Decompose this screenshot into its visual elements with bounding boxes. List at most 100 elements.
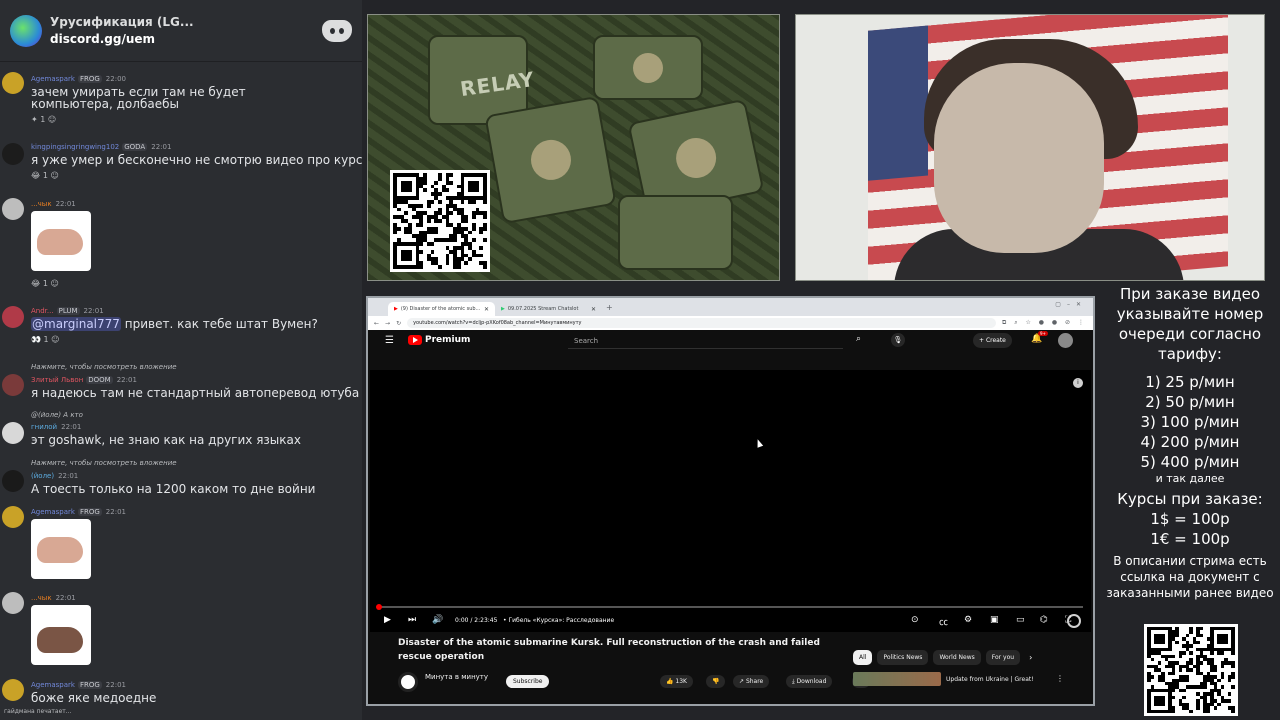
url-field[interactable]: youtube.com/watch?v=dcljp-pXKof08ab_chan… (407, 318, 997, 328)
channel-avatar[interactable] (398, 672, 418, 692)
youtube-logo[interactable]: Premium (408, 335, 470, 345)
play-favicon-icon: ▶ (501, 306, 505, 312)
webcam-feed (795, 14, 1265, 281)
reaction[interactable]: 👀 1 ☺ (31, 335, 60, 344)
microphone-icon[interactable]: 🎙 (891, 333, 905, 347)
author-name[interactable]: гнилой (31, 423, 57, 431)
next-icon[interactable]: ⏭ (408, 615, 416, 625)
cast-icon[interactable]: ⌬ (1040, 615, 1048, 625)
avatar[interactable] (2, 679, 24, 701)
reply-preview[interactable]: Нажмите, чтобы посмотреть вложение (31, 459, 177, 467)
avatar[interactable] (2, 422, 24, 444)
author-name[interactable]: ...чык (31, 594, 52, 602)
avatar[interactable] (2, 306, 24, 328)
sticker-image[interactable] (31, 605, 91, 665)
back-icon[interactable]: ← (374, 320, 379, 327)
server-header[interactable]: Урусификация (LG... discord.gg/uem (0, 0, 362, 62)
share-button[interactable]: ↗ Share (733, 675, 770, 688)
tab-youtube[interactable]: ▶ (9) Disaster of the atomic sub... ✕ (388, 302, 495, 316)
author-name[interactable]: Agemaspark (31, 681, 75, 689)
theater-mode-icon[interactable]: ▭ (1016, 615, 1025, 625)
avatar[interactable] (2, 470, 24, 492)
avatar[interactable] (2, 198, 24, 220)
video-player[interactable]: i (370, 370, 1091, 632)
download-button[interactable]: ⤓ Download (786, 675, 833, 688)
qr-code[interactable] (1144, 624, 1238, 716)
address-bar-row: ← → ↻ youtube.com/watch?v=dcljp-pXKof08a… (368, 316, 1093, 330)
avatar[interactable] (2, 374, 24, 396)
play-icon[interactable]: ▶ (384, 615, 391, 625)
progress-scrubber[interactable] (376, 604, 382, 610)
close-tab-icon[interactable]: ✕ (591, 306, 596, 313)
tariff-4: 4) 200 р/мин (1140, 433, 1240, 451)
share-label: Share (745, 678, 764, 685)
close-tab-icon[interactable]: ✕ (484, 306, 489, 313)
new-tab-icon[interactable]: + (606, 303, 613, 312)
reply-preview[interactable]: @(йоле) А кто (31, 411, 83, 419)
author-name[interactable]: Agemaspark (31, 508, 75, 516)
relay-promo-image: RELAY (367, 14, 780, 281)
search-icon[interactable]: ⌕ (856, 334, 861, 344)
dislike-button[interactable]: 👎 (706, 675, 726, 688)
message-text: я уже умер и бесконечно не смотрю видео … (31, 153, 362, 167)
window-controls[interactable]: ▢–✕ (1055, 301, 1087, 308)
volume-icon[interactable]: 🔊 (432, 615, 443, 625)
search-input[interactable]: Search (568, 334, 843, 349)
menu-icon[interactable]: ☰ (385, 335, 394, 346)
chevron-right-icon[interactable]: › (1029, 650, 1032, 665)
timestamp: 22:01 (105, 508, 126, 516)
order-info-panel: При заказе видео указывайте номер очеред… (1100, 284, 1280, 716)
message-author-line: kingpingsingringwing102 GODA 22:01 (31, 143, 171, 151)
reaction[interactable]: ✦ 1 ☺ (31, 115, 56, 124)
author-name[interactable]: Злитый Львон (31, 376, 83, 384)
logo-text: Premium (425, 335, 471, 345)
extensions-icons[interactable]: ⧉ ⌕ ☆ ● ● ⊘ ⋮ (1002, 319, 1087, 327)
subscribe-button[interactable]: Subscribe (506, 675, 550, 688)
chip-all[interactable]: All (853, 650, 873, 665)
tab-chatslot[interactable]: ▶ 09.07.2025 Stream Chatslot ✕ (495, 302, 602, 316)
avatar[interactable] (2, 506, 24, 528)
chapter-title[interactable]: • Гибель «Курска»: Расследование (503, 617, 614, 624)
chip-world-news[interactable]: World News (933, 650, 981, 665)
info-icon[interactable]: i (1073, 378, 1083, 388)
autoplay-toggle[interactable]: ⊙ (911, 615, 919, 625)
author-name[interactable]: Agemaspark (31, 75, 75, 83)
user-mention[interactable]: @marginal777 (31, 317, 121, 331)
avatar[interactable] (2, 143, 24, 165)
chip-for-you[interactable]: For you (985, 650, 1021, 665)
author-name[interactable]: ...чык (31, 200, 52, 208)
author-name[interactable]: Andr... (31, 307, 54, 315)
reaction-count: 1 (42, 171, 48, 180)
account-avatar[interactable] (1058, 333, 1073, 348)
message-text: эт goshawk, не знаю как на других языках (31, 433, 301, 447)
sticker-image[interactable] (31, 519, 91, 579)
settings-gear-icon[interactable]: ⚙ (964, 615, 972, 625)
channel-name[interactable]: Минута в минуту (425, 673, 488, 681)
reaction[interactable]: 😂 1 ☺ (31, 171, 59, 180)
relay-device (618, 195, 733, 270)
sticker-image[interactable] (31, 211, 91, 271)
rates-heading: Курсы при заказе: (1117, 490, 1263, 508)
subtitles-icon[interactable]: ㏄ (939, 615, 948, 628)
author-name[interactable]: (йоле) (31, 472, 54, 480)
more-vert-icon[interactable]: ⋮ (1056, 674, 1064, 683)
youtube-page: ☰ Premium Search ⌕ 🎙 + Create 🔔 9+ i ▶ ⏭… (368, 330, 1093, 704)
like-button[interactable]: 👍 13K (660, 675, 693, 688)
create-button[interactable]: + Create (973, 333, 1012, 348)
fullscreen-icon[interactable]: ⛶ (1065, 615, 1071, 625)
recommended-title[interactable]: Update from Ukraine | Great! (946, 676, 1034, 683)
reply-preview[interactable]: Нажмите, чтобы посмотреть вложение (31, 363, 177, 371)
author-name[interactable]: kingpingsingringwing102 (31, 143, 119, 151)
timestamp: 22:00 (105, 75, 126, 83)
miniplayer-icon[interactable]: ▣ (990, 615, 999, 625)
forward-icon[interactable]: → (385, 320, 390, 327)
recommended-thumbnail[interactable] (853, 672, 941, 686)
avatar[interactable] (2, 72, 24, 94)
qr-code[interactable] (390, 170, 490, 272)
chip-politics-news[interactable]: Politics News (877, 650, 929, 665)
progress-bar[interactable] (376, 604, 1083, 610)
reaction[interactable]: 😂 1 ☺ (31, 279, 59, 288)
server-invite-link[interactable]: discord.gg/uem (50, 31, 194, 48)
reload-icon[interactable]: ↻ (396, 320, 401, 327)
avatar[interactable] (2, 592, 24, 614)
